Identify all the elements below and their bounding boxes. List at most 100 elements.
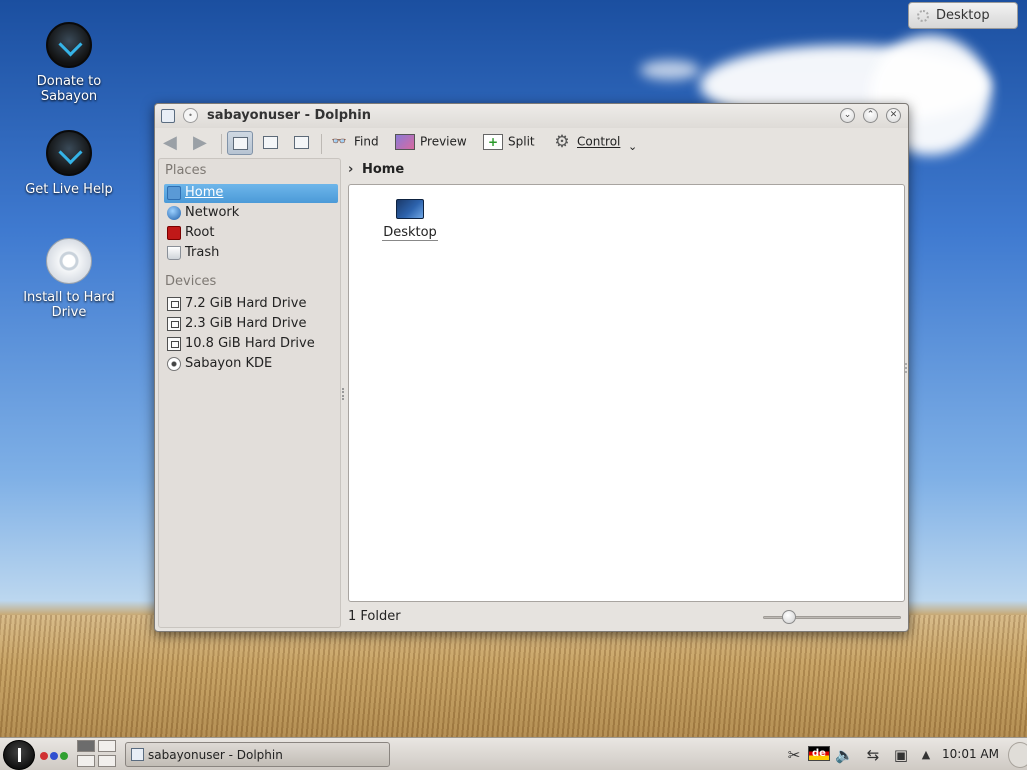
forward-arrow-icon[interactable]: ▶ — [193, 134, 207, 152]
task-button-dolphin[interactable]: sabayonuser - Dolphin — [125, 742, 390, 767]
details-view-icon — [263, 136, 278, 149]
control-button[interactable]: ⚙ Control — [552, 134, 620, 154]
zoom-slider-handle[interactable] — [781, 610, 796, 624]
pager-desktop-4[interactable] — [98, 755, 116, 767]
clipboard-scissors-icon[interactable]: ✂ — [785, 746, 803, 764]
virtual-desktop-pager[interactable] — [77, 740, 119, 769]
columns-view-icon — [294, 136, 309, 149]
columns-view-button[interactable] — [289, 131, 315, 155]
places-item-root[interactable]: Root — [164, 224, 338, 243]
window-menu-button[interactable]: • — [183, 108, 198, 123]
desktop-activity-button[interactable]: Desktop — [908, 2, 1018, 29]
optical-disc-icon — [167, 357, 181, 371]
places-item-trash[interactable]: Trash — [164, 244, 338, 263]
desktop-icon-donate[interactable]: Donate to Sabayon — [14, 22, 124, 104]
digital-clock[interactable]: 10:01 AM — [942, 747, 999, 761]
preview-label: Preview — [420, 134, 467, 149]
toolbar-overflow-chevron-icon[interactable]: ⌄ — [628, 140, 637, 160]
device-item-7-2gib[interactable]: 7.2 GiB Hard Drive — [164, 295, 338, 314]
devices-heading: Devices — [165, 274, 217, 289]
pager-desktop-2[interactable] — [98, 740, 116, 752]
desktop-icon-live-help[interactable]: Get Live Help — [14, 130, 124, 197]
drive-icon — [167, 317, 181, 331]
desktop-folder-icon — [396, 199, 424, 219]
toolbar-separator — [221, 134, 222, 154]
sabayon-download-icon — [46, 130, 92, 176]
details-view-button[interactable] — [258, 131, 284, 155]
desktop-activity-label: Desktop — [936, 8, 990, 23]
globe-icon — [167, 206, 181, 220]
device-item-label: 2.3 GiB Hard Drive — [185, 316, 307, 331]
activity-dot-icon[interactable] — [50, 752, 58, 760]
preview-image-icon — [395, 134, 415, 150]
dolphin-window: • sabayonuser - Dolphin ⌄ ⌃ ✕ ◀ ▶ 👓 Find … — [154, 103, 909, 632]
places-item-network[interactable]: Network — [164, 204, 338, 223]
minimize-button[interactable]: ⌄ — [840, 108, 855, 123]
view-splitter-handle[interactable] — [905, 363, 908, 373]
panel-cashew-icon[interactable] — [1008, 742, 1027, 768]
title-bar[interactable]: • sabayonuser - Dolphin ⌄ ⌃ ✕ — [155, 104, 908, 128]
device-item-label: 10.8 GiB Hard Drive — [185, 336, 315, 351]
cashew-gear-icon — [917, 10, 929, 22]
places-item-label: Trash — [185, 245, 220, 260]
drive-icon — [167, 337, 181, 351]
device-item-10-8gib[interactable]: 10.8 GiB Hard Drive — [164, 335, 338, 354]
find-button[interactable]: 👓 Find — [329, 134, 379, 154]
icons-view-button[interactable] — [227, 131, 253, 155]
places-item-label: Root — [185, 225, 215, 240]
breadcrumb-home[interactable]: Home — [362, 162, 404, 177]
back-arrow-icon[interactable]: ◀ — [163, 134, 177, 152]
usb-device-notifier-icon[interactable]: ⇆ — [862, 746, 884, 764]
places-item-label: Network — [185, 205, 240, 220]
file-view[interactable]: Desktop — [348, 184, 905, 602]
desktop-icon-install[interactable]: Install to Hard Drive — [14, 238, 124, 320]
activity-dot-icon[interactable] — [60, 752, 68, 760]
wheat-field — [0, 615, 1027, 737]
drive-icon — [167, 297, 181, 311]
panel-splitter-handle[interactable] — [342, 388, 344, 400]
desktop-icon-label: Install to Hard Drive — [23, 290, 115, 320]
task-button-label: sabayonuser - Dolphin — [148, 748, 283, 762]
places-heading: Places — [165, 163, 207, 178]
volume-icon[interactable]: 🔈 — [835, 746, 854, 764]
places-item-home[interactable]: Home — [164, 184, 338, 203]
close-button[interactable]: ✕ — [886, 108, 901, 123]
activity-dot-icon[interactable] — [40, 752, 48, 760]
device-item-sabayon-kde[interactable]: Sabayon KDE — [164, 355, 338, 374]
maximize-button[interactable]: ⌃ — [863, 108, 878, 123]
breadcrumb[interactable]: › Home — [348, 162, 404, 182]
dolphin-app-icon[interactable] — [161, 109, 175, 123]
binoculars-icon: 👓 — [331, 134, 347, 148]
cd-disc-icon — [46, 238, 92, 284]
device-item-label: 7.2 GiB Hard Drive — [185, 296, 307, 311]
preview-button[interactable]: Preview — [395, 134, 467, 154]
dolphin-app-icon — [131, 748, 144, 761]
chevron-right-icon: › — [348, 162, 354, 177]
keyboard-layout-label: de — [812, 748, 826, 759]
main-toolbar: ◀ ▶ 👓 Find Preview + Split ⚙ Control ⌄ — [155, 128, 908, 158]
keyboard-layout-indicator[interactable]: de — [808, 746, 830, 761]
desktop-icon-label: Donate to Sabayon — [36, 74, 102, 104]
desktop-icon-label: Get Live Help — [25, 182, 113, 197]
file-item-desktop[interactable]: Desktop — [375, 199, 445, 241]
places-panel: Places Home Network Root Trash Devices 7… — [158, 158, 341, 628]
network-manager-icon[interactable]: ▣ — [892, 746, 910, 764]
pager-desktop-3[interactable] — [77, 755, 95, 767]
device-item-2-3gib[interactable]: 2.3 GiB Hard Drive — [164, 315, 338, 334]
taskbar: sabayonuser - Dolphin ✂ de 🔈 ⇆ ▣ ▲ 10:01… — [0, 737, 1027, 770]
tray-expand-arrow-icon[interactable]: ▲ — [920, 746, 932, 764]
window-title: sabayonuser - Dolphin — [207, 108, 371, 123]
split-view-icon: + — [483, 134, 503, 150]
split-button[interactable]: + Split — [483, 134, 535, 154]
find-label: Find — [354, 134, 379, 149]
split-label: Split — [508, 134, 535, 149]
home-folder-icon — [167, 186, 181, 200]
sky-cloud — [640, 60, 700, 80]
trash-icon — [167, 246, 181, 260]
file-item-name: Desktop — [382, 225, 438, 241]
pager-desktop-1[interactable] — [77, 740, 95, 752]
application-launcher-icon[interactable] — [3, 740, 35, 770]
red-folder-icon — [167, 226, 181, 240]
sabayon-download-icon — [46, 22, 92, 68]
status-text: 1 Folder — [348, 609, 401, 624]
